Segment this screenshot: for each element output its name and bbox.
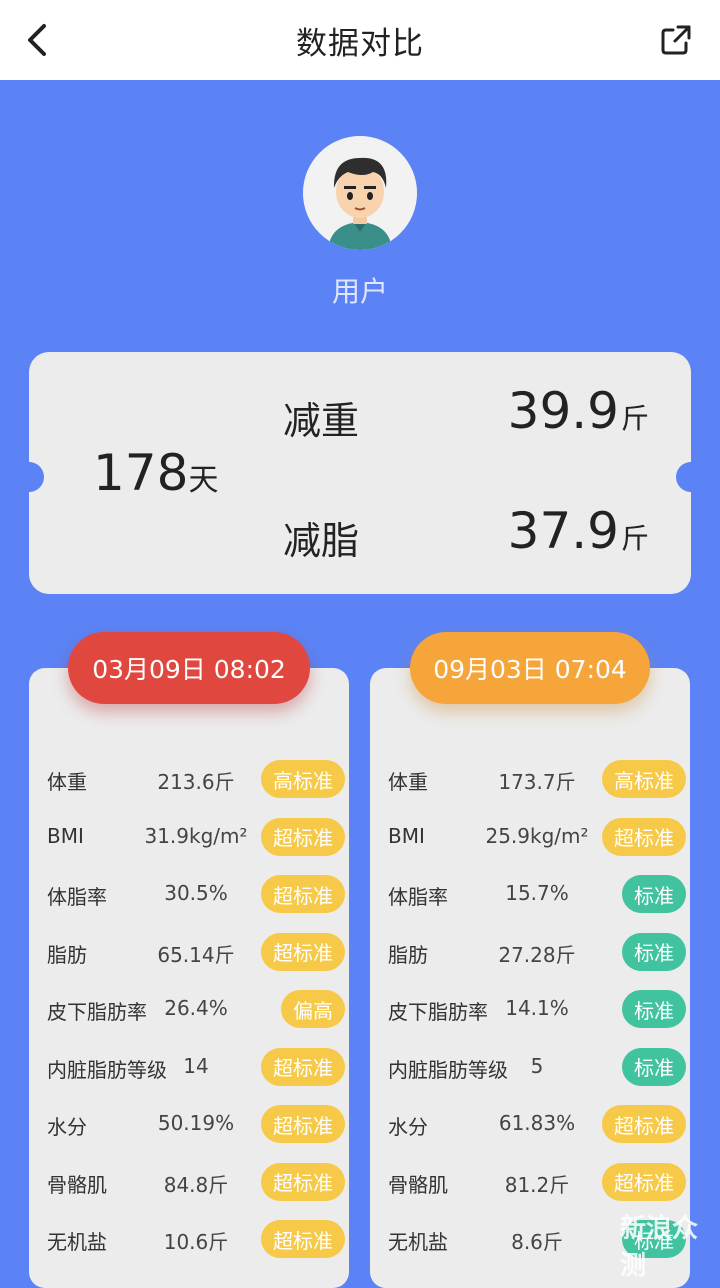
metric-row: 体重 213.6斤 高标准 [29, 752, 349, 810]
metric-row: BMI 31.9kg/m² 超标准 [29, 810, 349, 868]
before-metrics-card: 体重 213.6斤 高标准 BMI 31.9kg/m² 超标准 体脂率 30.5% 超标准 脂肪 6… [29, 668, 349, 1288]
metric-value: 173.7斤 [498, 770, 576, 794]
after-date-pill: 09月03日 07:04 [410, 632, 650, 704]
status-badge: 标准 [622, 990, 686, 1028]
after-metrics-card: 体重 173.7斤 高标准 BMI 25.9kg/m² 超标准 体脂率 15.7% 标准 脂肪 27… [370, 668, 690, 1288]
metric-row: 水分 61.83% 超标准 [370, 1097, 690, 1155]
status-badge: 超标准 [261, 1047, 345, 1086]
status-badge: 超标准 [261, 875, 345, 913]
metric-row: 骨骼肌 81.2斤 超标准 [370, 1155, 690, 1213]
metric-row: 水分 50.19% 超标准 [29, 1097, 349, 1155]
metric-value: 30.5% [164, 881, 228, 905]
status-badge: 超标准 [261, 817, 345, 856]
metric-value: 81.2斤 [504, 1172, 570, 1197]
metric-value: 8.6斤 [511, 1230, 563, 1254]
days-number: 178 [93, 444, 189, 502]
metric-value: 10.6斤 [163, 1230, 229, 1254]
metric-name: 体脂率 [388, 885, 448, 909]
status-badge: 超标准 [261, 1220, 345, 1258]
top-bar: 数据对比 [0, 0, 720, 80]
share-button[interactable] [658, 22, 694, 58]
user-name: 用户 [331, 275, 388, 308]
status-badge: 高标准 [602, 760, 686, 798]
metric-name: 无机盐 [388, 1230, 448, 1254]
metric-name: 体脂率 [47, 885, 107, 909]
weight-loss-number: 39.9 [507, 382, 619, 440]
metric-value: 84.8斤 [163, 1172, 229, 1197]
metric-name: 体重 [47, 770, 87, 794]
metric-name: 骨骼肌 [388, 1172, 448, 1197]
metric-row: 脂肪 65.14斤 超标准 [29, 925, 349, 983]
metric-row: 骨骼肌 84.8斤 超标准 [29, 1155, 349, 1213]
metric-row: 体脂率 15.7% 标准 [370, 867, 690, 925]
metric-name: 水分 [47, 1115, 87, 1139]
avatar [303, 136, 417, 250]
status-badge: 超标准 [261, 932, 345, 971]
chevron-left-icon [28, 24, 46, 56]
fat-loss-value: 37.9斤 [508, 502, 649, 560]
metric-row: 皮下脂肪率 26.4% 偏高 [29, 982, 349, 1040]
status-badge: 超标准 [602, 817, 686, 856]
status-badge: 超标准 [602, 1162, 686, 1201]
metric-value: 50.19% [157, 1111, 235, 1135]
metric-value: 26.4% [164, 996, 228, 1020]
metric-row: 无机盐 10.6斤 超标准 [29, 1212, 349, 1270]
metric-row: 皮下脂肪率 14.1% 标准 [370, 982, 690, 1040]
back-button[interactable] [18, 20, 58, 60]
metric-value: 14 [183, 1053, 209, 1078]
metric-name: BMI [47, 823, 84, 848]
metric-name: 无机盐 [47, 1230, 107, 1254]
fat-loss-label: 减脂 [283, 519, 360, 563]
watermark: 新浪众测 [620, 1214, 699, 1281]
before-date-pill: 03月09日 08:02 [68, 632, 310, 704]
metric-row: 体脂率 30.5% 超标准 [29, 867, 349, 925]
fat-loss-unit: 斤 [620, 522, 649, 555]
status-badge: 偏高 [281, 990, 345, 1028]
status-badge: 超标准 [261, 1162, 345, 1201]
status-badge: 高标准 [261, 760, 345, 798]
metric-value: 14.1% [505, 996, 569, 1020]
metric-name: 骨骼肌 [47, 1172, 107, 1197]
metric-row: 内脏脂肪等级 14 超标准 [29, 1040, 349, 1098]
days-count: 178天 [93, 444, 218, 502]
status-badge: 超标准 [602, 1105, 686, 1143]
status-badge: 标准 [622, 1047, 686, 1086]
metric-name: 皮下脂肪率 [388, 1000, 488, 1024]
days-unit: 天 [188, 463, 219, 498]
status-badge: 标准 [622, 932, 686, 971]
fat-loss-number: 37.9 [507, 502, 619, 560]
status-badge: 标准 [622, 875, 686, 913]
metric-name: 水分 [388, 1115, 428, 1139]
weight-loss-value: 39.9斤 [508, 382, 649, 440]
ticket-notch-left [14, 462, 44, 492]
before-metrics-list: 体重 213.6斤 高标准 BMI 31.9kg/m² 超标准 体脂率 30.5% 超标准 脂肪 6… [29, 752, 349, 1270]
summary-card: 178天 减重 39.9斤 减脂 37.9斤 [14, 352, 706, 594]
metric-name: 脂肪 [388, 942, 428, 967]
metric-name: BMI [388, 823, 425, 848]
metric-value: 65.14斤 [157, 942, 235, 967]
metric-name: 体重 [388, 770, 428, 794]
share-icon [661, 25, 691, 55]
metric-value: 61.83% [498, 1111, 576, 1135]
metric-row: 内脏脂肪等级 5 标准 [370, 1040, 690, 1098]
metric-value: 31.9kg/m² [144, 823, 248, 848]
status-badge: 超标准 [261, 1105, 345, 1143]
metric-name: 皮下脂肪率 [47, 1000, 147, 1024]
page-title: 数据对比 [296, 25, 424, 62]
after-metrics-list: 体重 173.7斤 高标准 BMI 25.9kg/m² 超标准 体脂率 15.7% 标准 脂肪 27… [370, 752, 690, 1270]
metric-value: 15.7% [505, 881, 569, 905]
user-avatar-icon [303, 136, 417, 250]
metric-row: BMI 25.9kg/m² 超标准 [370, 810, 690, 868]
metric-row: 体重 173.7斤 高标准 [370, 752, 690, 810]
metric-value: 5 [530, 1053, 544, 1078]
metric-value: 27.28斤 [498, 942, 576, 967]
weight-loss-unit: 斤 [620, 402, 649, 435]
metric-value: 213.6斤 [157, 770, 235, 794]
metric-row: 脂肪 27.28斤 标准 [370, 925, 690, 983]
weight-loss-label: 减重 [283, 399, 360, 443]
metric-value: 25.9kg/m² [485, 823, 589, 848]
metric-name: 脂肪 [47, 942, 87, 967]
ticket-notch-right [676, 462, 706, 492]
